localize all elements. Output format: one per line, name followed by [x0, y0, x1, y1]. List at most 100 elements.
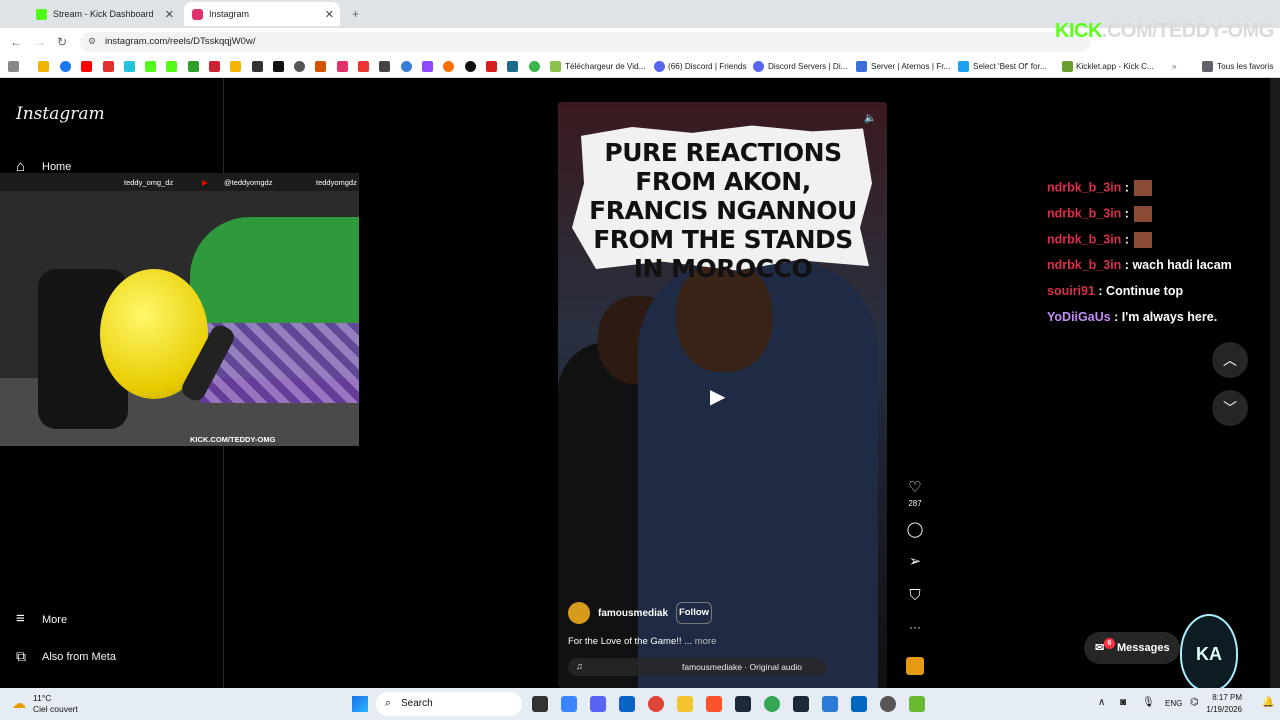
brave-icon[interactable] — [706, 696, 722, 712]
discord-icon[interactable] — [753, 61, 764, 72]
chrome-icon[interactable] — [764, 696, 780, 712]
chrome-icon[interactable] — [648, 696, 664, 712]
share-icon[interactable]: ➢ — [906, 552, 924, 570]
back-icon[interactable]: ← — [10, 35, 22, 49]
bookmark-discord-servers[interactable]: Discord Servers | Di... — [768, 62, 847, 71]
instagram-logo[interactable]: Instagram — [16, 104, 105, 124]
instagram-icon[interactable] — [337, 61, 348, 72]
reload-icon[interactable]: ↻ — [57, 35, 67, 49]
like-icon[interactable]: ♡ — [906, 478, 924, 496]
nav-also-from-meta[interactable]: Also from Meta — [42, 651, 116, 663]
bookmark-icon[interactable] — [294, 61, 305, 72]
copilot-icon[interactable] — [561, 696, 577, 712]
reel-author-name[interactable]: famousmediak — [598, 608, 668, 619]
reel-author-avatar[interactable] — [568, 602, 590, 624]
bookmark-all-favorites[interactable]: Tous les favoris — [1217, 62, 1273, 71]
menu-icon[interactable]: ≡ — [16, 610, 25, 627]
app-icon[interactable] — [909, 696, 925, 712]
site-info-icon[interactable]: ⚙ — [88, 36, 96, 47]
messages-button[interactable]: ✉ 6 Messages — [1084, 632, 1180, 664]
steam-icon[interactable] — [793, 696, 809, 712]
task-view-icon[interactable] — [532, 696, 548, 712]
nav-home[interactable]: Home — [42, 161, 71, 173]
tray-language[interactable]: ENG — [1165, 699, 1182, 708]
bookmarks-overflow-icon[interactable]: » — [1172, 62, 1177, 71]
previous-reel-button[interactable]: ︿ — [1212, 342, 1248, 378]
bookmark-kicklet[interactable]: Kicklet.app - Kick C... — [1076, 62, 1154, 71]
bookmark-icon[interactable] — [358, 61, 369, 72]
facebook-icon[interactable] — [60, 61, 71, 72]
bookmark-best-of[interactable]: Select 'Best Of' for... — [973, 62, 1047, 71]
tray-overflow-icon[interactable]: ∧ — [1098, 697, 1105, 708]
bookmark-icon[interactable] — [379, 61, 390, 72]
weather-description[interactable]: Ciel couvert — [33, 704, 78, 714]
url-text[interactable]: instagram.com/reels/DTsskqqjW0w/ — [105, 36, 255, 47]
bookmark-icon[interactable] — [401, 61, 412, 72]
bookmark-icon[interactable] — [507, 61, 518, 72]
tray-date[interactable]: 1/19/2026 — [1202, 705, 1242, 714]
sound-icon[interactable]: 🔈 — [864, 113, 876, 124]
bookmark-icon[interactable] — [209, 61, 220, 72]
bookmark-icon[interactable] — [38, 61, 49, 72]
bookmark-icon[interactable] — [124, 61, 135, 72]
tab-kick-dashboard[interactable]: Stream - Kick Dashboard ✕ — [28, 2, 180, 26]
bookmark-discord-friends[interactable]: (66) Discord | Friends — [668, 62, 747, 71]
bookmark-icon[interactable] — [252, 61, 263, 72]
twitch-icon[interactable] — [422, 61, 433, 72]
discord-icon[interactable] — [590, 696, 606, 712]
bookmark-aternos[interactable]: Server | Aternos | Fr... — [871, 62, 950, 71]
windows-start-icon[interactable] — [352, 696, 368, 712]
more-options-icon[interactable]: ··· — [906, 620, 924, 634]
close-icon[interactable]: ✕ — [325, 8, 334, 21]
nav-more[interactable]: More — [42, 614, 67, 626]
bookmark-icon[interactable] — [550, 61, 561, 72]
tray-time[interactable]: 8:17 PM — [1210, 693, 1242, 702]
file-explorer-icon[interactable] — [677, 696, 693, 712]
save-icon[interactable]: ⛉ — [906, 587, 924, 604]
close-icon[interactable]: ✕ — [165, 8, 174, 21]
tab-instagram[interactable]: Instagram ✕ — [184, 2, 340, 26]
weather-temperature[interactable]: 11°C — [33, 693, 51, 703]
taskbar-search[interactable]: ⌕ Search — [376, 692, 522, 716]
new-tab-button[interactable]: + — [344, 2, 362, 26]
bookmark-icon[interactable] — [529, 61, 540, 72]
bookmark-icon[interactable] — [315, 61, 326, 72]
aternos-icon[interactable] — [856, 61, 867, 72]
comment-icon[interactable]: ◯ — [906, 520, 924, 538]
bookmark-icon[interactable] — [230, 61, 241, 72]
network-icon[interactable]: ⌬ — [1190, 697, 1199, 708]
weather-icon[interactable]: ☁ — [12, 695, 26, 712]
discord-icon[interactable] — [654, 61, 665, 72]
notifications-icon[interactable]: 🔔 — [1262, 697, 1274, 708]
forward-icon[interactable]: → — [34, 35, 46, 49]
kick-icon[interactable] — [145, 61, 156, 72]
caption-more-link[interactable]: more — [695, 636, 717, 647]
kick-icon[interactable] — [166, 61, 177, 72]
tiktok-icon[interactable] — [273, 61, 284, 72]
bookmark-icon[interactable] — [465, 61, 476, 72]
app-icon[interactable] — [851, 696, 867, 712]
play-icon[interactable]: ▶ — [710, 384, 725, 409]
steam-icon[interactable] — [735, 696, 751, 712]
bookmark-icon[interactable] — [486, 61, 497, 72]
bookmark-icon[interactable] — [443, 61, 454, 72]
reel-video[interactable]: PURE REACTIONS FROM AKON, FRANCIS NGANNO… — [558, 102, 887, 688]
next-reel-button[interactable]: ﹀ — [1212, 390, 1248, 426]
bookmark-telechargeur[interactable]: Téléchargeur de Vid... — [565, 62, 645, 71]
app-icon[interactable] — [822, 696, 838, 712]
obs-icon[interactable] — [880, 696, 896, 712]
folder-icon[interactable] — [1202, 61, 1213, 72]
mail-icon[interactable] — [619, 696, 635, 712]
reel-audio[interactable]: ♫ famousmediake · Original audio — [568, 658, 826, 676]
audio-thumbnail[interactable] — [906, 657, 924, 675]
page-scrollbar[interactable] — [1270, 78, 1280, 688]
youtube-icon[interactable] — [81, 61, 92, 72]
microphone-icon[interactable]: 🎙 — [1142, 697, 1155, 708]
bookmark-icon[interactable] — [958, 61, 969, 72]
bookmark-icon[interactable] — [103, 61, 114, 72]
follow-button[interactable]: Follow — [676, 602, 712, 624]
meta-icon[interactable]: ⧉ — [16, 648, 26, 665]
bookmark-icon[interactable] — [188, 61, 199, 72]
tray-app-icon[interactable]: ◙ — [1120, 697, 1126, 708]
apps-icon[interactable] — [8, 61, 19, 72]
